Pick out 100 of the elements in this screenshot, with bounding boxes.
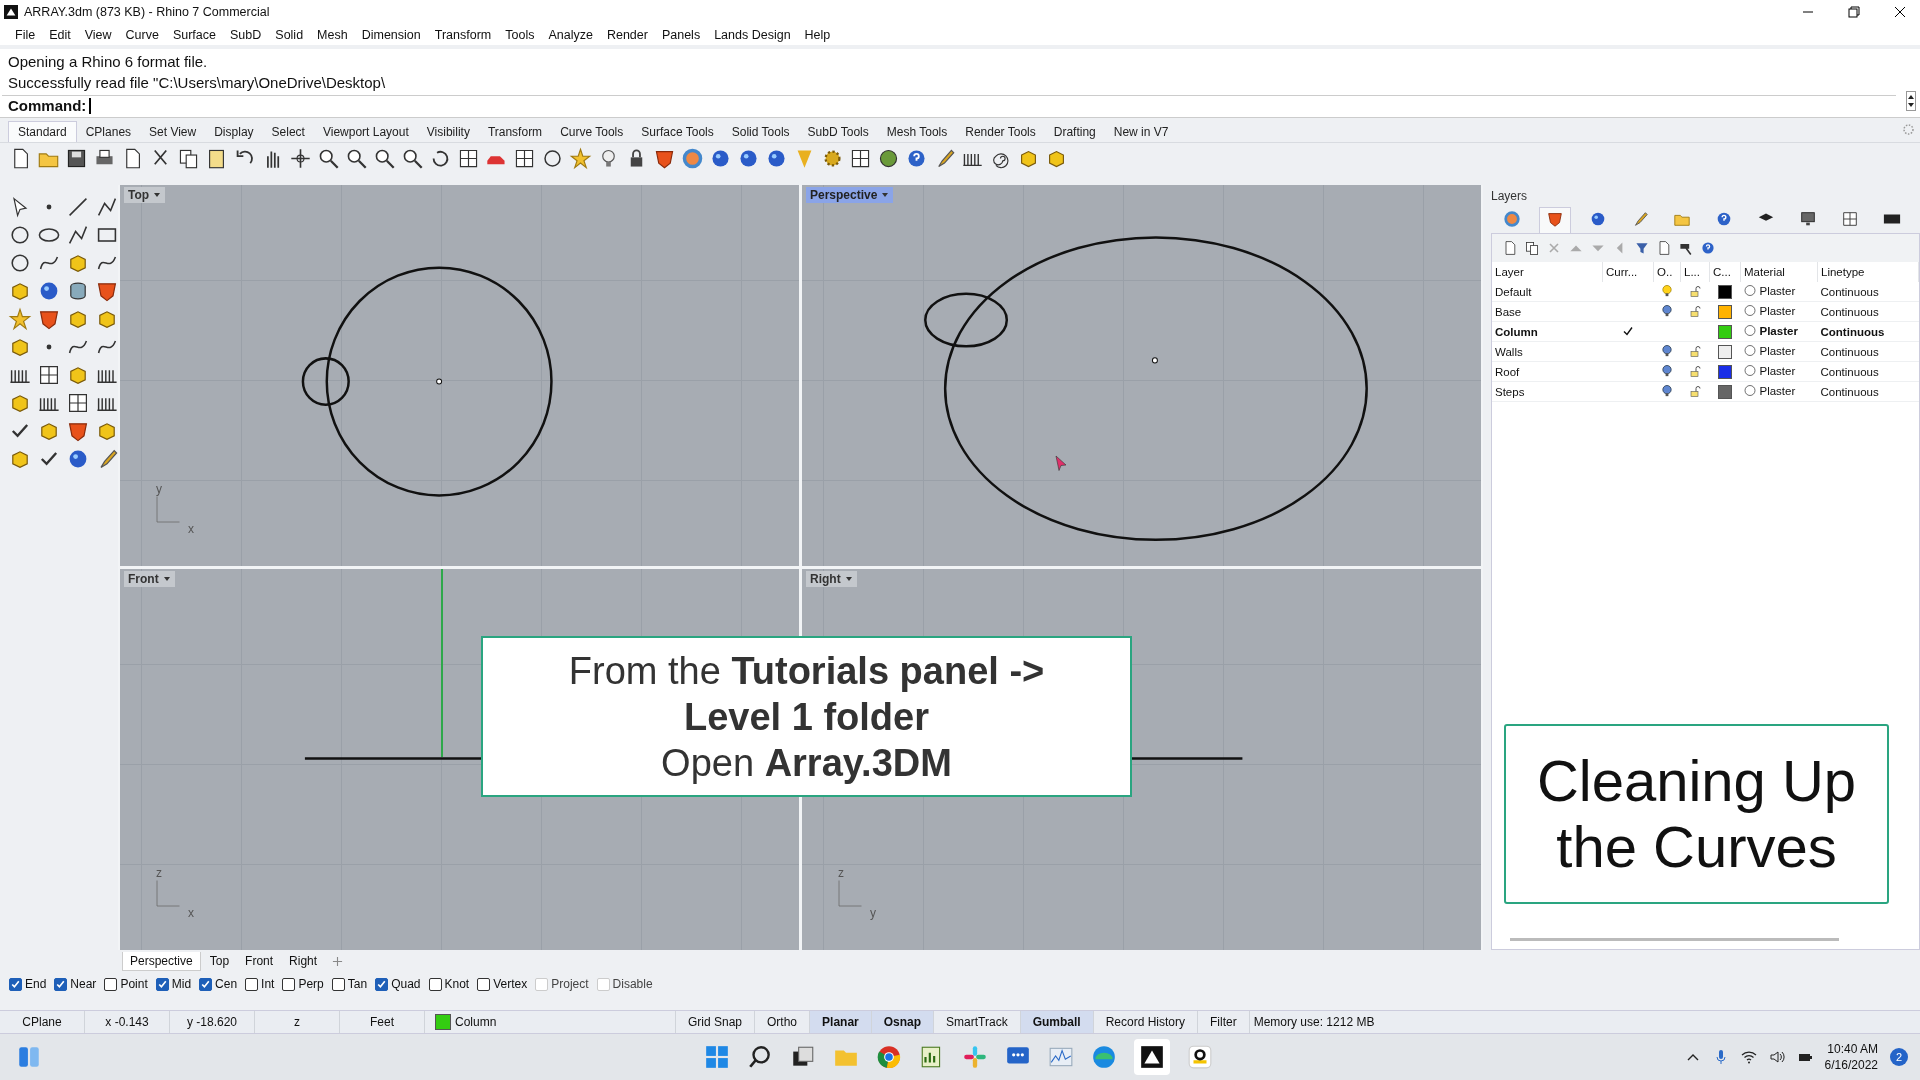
menu-item[interactable]: Edit	[42, 27, 78, 42]
bulb-icon[interactable]	[1661, 345, 1673, 359]
linetype-name[interactable]: Continuous	[1817, 341, 1919, 362]
row-name[interactable]: Column	[1492, 321, 1603, 342]
osnap-checkbox[interactable]: Knot	[428, 977, 470, 991]
row-name[interactable]: Steps	[1492, 381, 1603, 402]
viewport-tab[interactable]: Perspective	[122, 951, 201, 971]
toolbar-tab[interactable]: CPlanes	[76, 122, 141, 142]
scroll-arrows-icon[interactable]	[1906, 91, 1916, 111]
color-swatch[interactable]	[1718, 384, 1732, 399]
osnap-checkbox[interactable]: Mid	[155, 977, 192, 991]
dropdown-arrow-icon[interactable]	[844, 575, 853, 583]
start-icon[interactable]	[704, 1044, 730, 1070]
row-name[interactable]: Base	[1492, 301, 1603, 322]
square-app-icon[interactable]	[1187, 1044, 1213, 1070]
browser-icon[interactable]	[876, 1044, 902, 1070]
grid-icon[interactable]	[1841, 210, 1859, 228]
close-icon[interactable]	[1894, 6, 1906, 18]
table-heading[interactable]: Layer	[1492, 262, 1603, 282]
viewport-title[interactable]: Front	[124, 571, 175, 587]
color-swatch[interactable]	[1718, 324, 1732, 339]
toolbar-tab[interactable]: Select	[262, 122, 314, 142]
status-toggle[interactable]: Grid Snap	[676, 1011, 756, 1033]
toolbar-tab[interactable]: Render Tools	[956, 122, 1045, 142]
row-name[interactable]: Walls	[1492, 341, 1603, 362]
toolbar-tab[interactable]: Drafting	[1044, 122, 1105, 142]
menu-item[interactable]: Panels	[654, 27, 708, 42]
toolbar-tab[interactable]: Surface Tools	[632, 122, 723, 142]
add-tab-icon[interactable]	[332, 955, 344, 967]
row-name[interactable]: Default	[1492, 282, 1603, 302]
menu-item[interactable]: File	[8, 27, 43, 42]
menu-item[interactable]: Render	[599, 27, 655, 42]
viewport-tab[interactable]: Right	[282, 952, 325, 970]
table-heading[interactable]: Linetype	[1817, 262, 1919, 282]
table-heading[interactable]: C...	[1709, 262, 1741, 282]
wheel-icon[interactable]	[681, 146, 704, 170]
osnap-checkbox[interactable]: Perp	[282, 977, 324, 991]
menu-item[interactable]: Transform	[427, 27, 499, 42]
notification-badge[interactable]: 2	[1890, 1048, 1908, 1066]
move-icon[interactable]	[289, 146, 312, 170]
help-icon[interactable]	[1700, 240, 1716, 256]
clock-time[interactable]: 10:40 AM	[1827, 1041, 1878, 1057]
osnap-checkbox[interactable]: Quad	[375, 977, 421, 991]
menu-item[interactable]: Lands Design	[707, 27, 798, 42]
sphere-icon[interactable]	[1589, 210, 1607, 228]
status-toggle[interactable]: Osnap	[871, 1011, 935, 1033]
search-icon[interactable]	[747, 1044, 773, 1070]
material-name[interactable]: Plaster	[1759, 304, 1796, 317]
table-heading[interactable]: Curr...	[1602, 262, 1654, 282]
filter-icon[interactable]	[1634, 240, 1650, 256]
rhino-app-icon[interactable]	[1139, 1044, 1165, 1070]
monitor-icon[interactable]	[1799, 210, 1817, 228]
menu-item[interactable]: SubD	[223, 27, 269, 42]
table-heading[interactable]: Material	[1740, 262, 1818, 282]
status-toggle[interactable]: Gumball	[1020, 1011, 1094, 1033]
osnap-checkbox[interactable]: End	[9, 977, 47, 991]
grid-tool-icon[interactable]	[66, 391, 90, 415]
restore-icon[interactable]	[1848, 6, 1860, 18]
padlock-icon[interactable]	[1689, 385, 1701, 399]
toolbar-tab[interactable]: Transform	[478, 122, 552, 142]
table-heading[interactable]: O..	[1653, 262, 1681, 282]
toolbar-tab[interactable]: Standard	[8, 121, 77, 142]
scrollbar[interactable]	[1510, 938, 1839, 941]
padlock-icon[interactable]	[1689, 285, 1701, 299]
toolbar-tab[interactable]: Display	[205, 122, 263, 142]
document-icon[interactable]	[1502, 240, 1518, 256]
viewport-tab[interactable]: Front	[238, 952, 281, 970]
linetype-name[interactable]: Continuous	[1817, 321, 1919, 342]
bulb-icon[interactable]	[1661, 305, 1673, 319]
material-name[interactable]: Plaster	[1759, 364, 1796, 377]
toolbar-tab[interactable]: Curve Tools	[551, 122, 633, 142]
dropdown-arrow-icon[interactable]	[162, 575, 171, 583]
linetype-name[interactable]: Continuous	[1817, 381, 1919, 402]
status-toggle[interactable]: SmartTrack	[934, 1011, 1021, 1033]
viewport[interactable]: Top y x	[120, 185, 799, 566]
toolbar-tab[interactable]: SubD Tools	[798, 122, 878, 142]
wifi-icon[interactable]	[1740, 1049, 1757, 1065]
menu-item[interactable]: View	[77, 27, 119, 42]
widgets-icon[interactable]	[16, 1044, 42, 1070]
viewport[interactable]: Perspective	[802, 185, 1481, 566]
viewport-title[interactable]: Perspective	[806, 187, 894, 203]
osnap-checkbox[interactable]: Cen	[199, 977, 238, 991]
current-layer-pane[interactable]: Column	[425, 1011, 676, 1033]
material-name[interactable]: Plaster	[1759, 344, 1796, 357]
material-name[interactable]: Plaster	[1759, 324, 1798, 337]
material-name[interactable]: Plaster	[1759, 384, 1796, 397]
line-tool-icon[interactable]	[66, 195, 90, 219]
osnap-checkbox[interactable]: Vertex	[477, 977, 528, 991]
padlock-icon[interactable]	[1689, 345, 1701, 359]
clock-date[interactable]: 6/16/2022	[1824, 1057, 1878, 1073]
padlock-icon[interactable]	[1689, 365, 1701, 379]
shield-icon[interactable]	[1546, 210, 1564, 228]
menu-item[interactable]: Solid	[268, 27, 311, 42]
toolbar-tab[interactable]: Solid Tools	[722, 122, 799, 142]
material-name[interactable]: Plaster	[1759, 284, 1796, 297]
status-toggle[interactable]: Planar	[810, 1011, 872, 1033]
speaker-icon[interactable]	[1768, 1049, 1785, 1065]
menu-item[interactable]: Dimension	[354, 27, 428, 42]
wheel-icon[interactable]	[1503, 210, 1521, 228]
bulb-icon[interactable]	[1661, 385, 1673, 399]
